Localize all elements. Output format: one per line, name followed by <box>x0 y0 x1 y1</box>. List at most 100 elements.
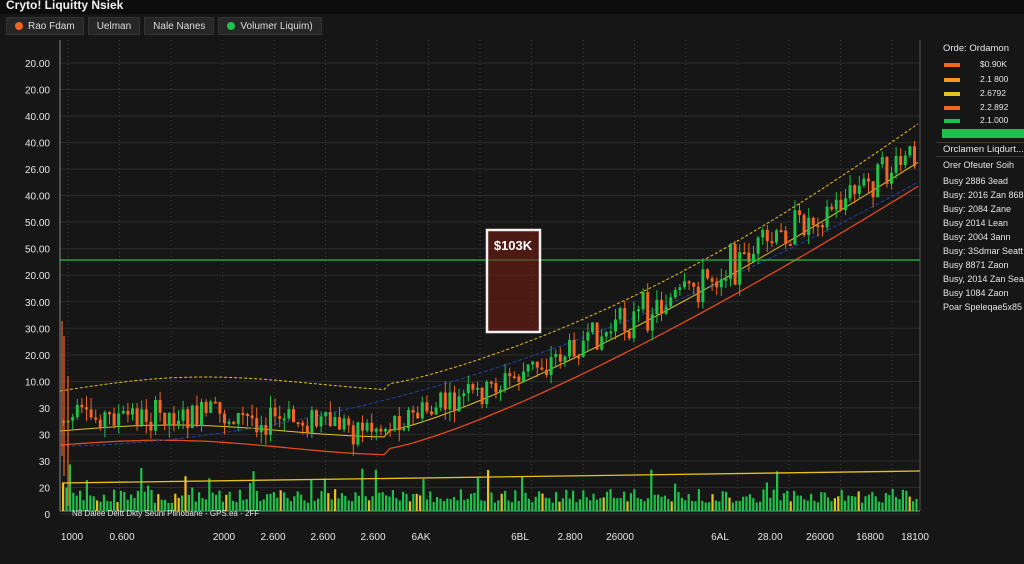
volume-bar <box>905 490 908 511</box>
chart-panel[interactable]: 20.00 20.00 40.00 40.00 26.00 40.00 50.00 50.00… <box>0 36 930 559</box>
candle-body <box>623 308 627 332</box>
volume-bar <box>748 494 751 511</box>
candle-body <box>788 244 792 247</box>
candle-body <box>333 417 337 426</box>
volume-bar <box>119 490 122 511</box>
order-row[interactable]: 2.1 800 <box>944 74 1020 85</box>
y-tick-label: 20.00 <box>25 59 50 70</box>
order-row[interactable]: $0.90K <box>944 59 1020 70</box>
candle-body <box>761 229 765 238</box>
candle-body <box>411 410 415 413</box>
candle-body <box>903 155 907 166</box>
candle-body <box>669 297 673 307</box>
candle-body <box>664 306 668 314</box>
volume-bar <box>147 485 150 511</box>
volume-bar <box>521 476 524 511</box>
price-chart-svg[interactable]: 20.00 20.00 40.00 40.00 26.00 40.00 50.00 50.00… <box>0 36 930 559</box>
candle-body <box>273 407 277 417</box>
volume-bar <box>653 494 656 511</box>
liquidation-row[interactable]: Orer Ofeuter Soih <box>943 160 1014 170</box>
liquidation-row[interactable]: Busy 8871 Zaon <box>943 260 1009 270</box>
y-tick-label: 20.00 <box>25 271 50 282</box>
liquidation-row[interactable]: Busy: 2016 Zan 8683 <box>943 190 1024 200</box>
candle-body <box>701 269 705 303</box>
liquidation-row[interactable]: Busy: 2004 3ann <box>943 232 1011 242</box>
volume-bar <box>884 492 887 511</box>
tab-names[interactable]: Nale Nanes <box>144 17 215 35</box>
liquidation-row[interactable]: Busy: 2084 Zane <box>943 204 1011 214</box>
candle-body <box>370 422 374 432</box>
candle-body <box>890 172 893 184</box>
candle-body <box>117 413 121 426</box>
volume-bar <box>368 500 371 511</box>
volume-bar <box>252 471 255 511</box>
candle-body <box>885 157 889 184</box>
candle-body <box>195 405 199 426</box>
candle-body <box>466 383 470 394</box>
volume-bar <box>765 482 768 511</box>
order-row[interactable]: 2.6792 <box>944 88 1020 99</box>
candle-body <box>204 401 208 414</box>
candle-body <box>213 401 217 404</box>
candle-body <box>71 417 75 421</box>
candle-body <box>848 185 852 199</box>
y-tick-label: 26.00 <box>25 165 50 176</box>
volume-bar <box>276 497 279 511</box>
tab-raw-feed[interactable]: Rao Fdam <box>6 17 84 35</box>
volume-bar <box>619 498 622 511</box>
liquidation-row[interactable]: Busy 2014 Lean <box>943 218 1008 228</box>
liquidation-title: Orclamen Liqdurt... <box>943 144 1024 155</box>
volume-bar <box>459 489 462 511</box>
volume-bar <box>470 493 473 511</box>
candle-body <box>710 278 714 282</box>
candle-body <box>765 229 769 242</box>
volume-bar <box>908 496 911 511</box>
volume-bar <box>616 498 619 511</box>
volume-bar <box>238 489 241 511</box>
candle-body <box>94 417 98 420</box>
volume-bar <box>847 495 850 511</box>
volume-bar <box>249 483 252 511</box>
candle-body <box>282 418 286 421</box>
candle-body <box>112 413 116 426</box>
candle-body <box>913 146 916 167</box>
volume-bar <box>816 502 819 511</box>
order-row[interactable]: 2.2.892 <box>944 102 1020 113</box>
candle-body <box>310 410 314 433</box>
y-tick-label: 30 <box>39 404 51 415</box>
volume-bar <box>779 500 782 511</box>
x-tick-label: 2.800 <box>557 532 582 543</box>
candle-body <box>384 429 387 432</box>
liquidation-row[interactable]: Busy 1084 Zaon <box>943 288 1009 298</box>
x-tick-label: 2.600 <box>360 532 385 543</box>
candle-body <box>420 402 424 419</box>
candle-body <box>586 332 590 341</box>
volume-bar <box>663 495 666 511</box>
volume-bar <box>874 496 877 511</box>
volume-bar <box>310 479 313 511</box>
x-tick-label: 28.00 <box>757 532 782 543</box>
volume-bar <box>398 500 401 511</box>
volume-bar <box>871 491 874 511</box>
volume-bar <box>786 490 789 511</box>
order-row[interactable]: 2.1.000 <box>944 115 1020 126</box>
volume-bar <box>432 502 435 511</box>
candle-body <box>499 389 502 393</box>
candle-body <box>98 419 102 429</box>
liquidation-row[interactable]: Poar Speleqae5x85 <box>943 302 1022 312</box>
volume-bar <box>378 492 381 511</box>
tab-volume-liquidity[interactable]: Volumer Liquim) <box>218 17 322 35</box>
volume-bar <box>514 490 517 511</box>
price-marker[interactable]: $103K <box>485 228 542 334</box>
tab-volume[interactable]: Uelman <box>87 17 141 35</box>
liquidation-row[interactable]: Busy: 3Sdmar Seatt <box>943 246 1023 256</box>
candle-body <box>857 185 861 194</box>
liquidation-row[interactable]: Busy, 2014 Zan Seal <box>943 274 1024 284</box>
volume-bar <box>633 489 636 511</box>
candle-body <box>269 407 272 435</box>
volume-bar <box>558 501 561 511</box>
liquidation-row[interactable]: Busy 2886 3ead <box>943 176 1008 186</box>
order-swatch <box>944 119 960 123</box>
candle-body <box>535 361 539 368</box>
window-titlebar: Cryto! Liquitty Nsiek <box>0 0 1024 14</box>
